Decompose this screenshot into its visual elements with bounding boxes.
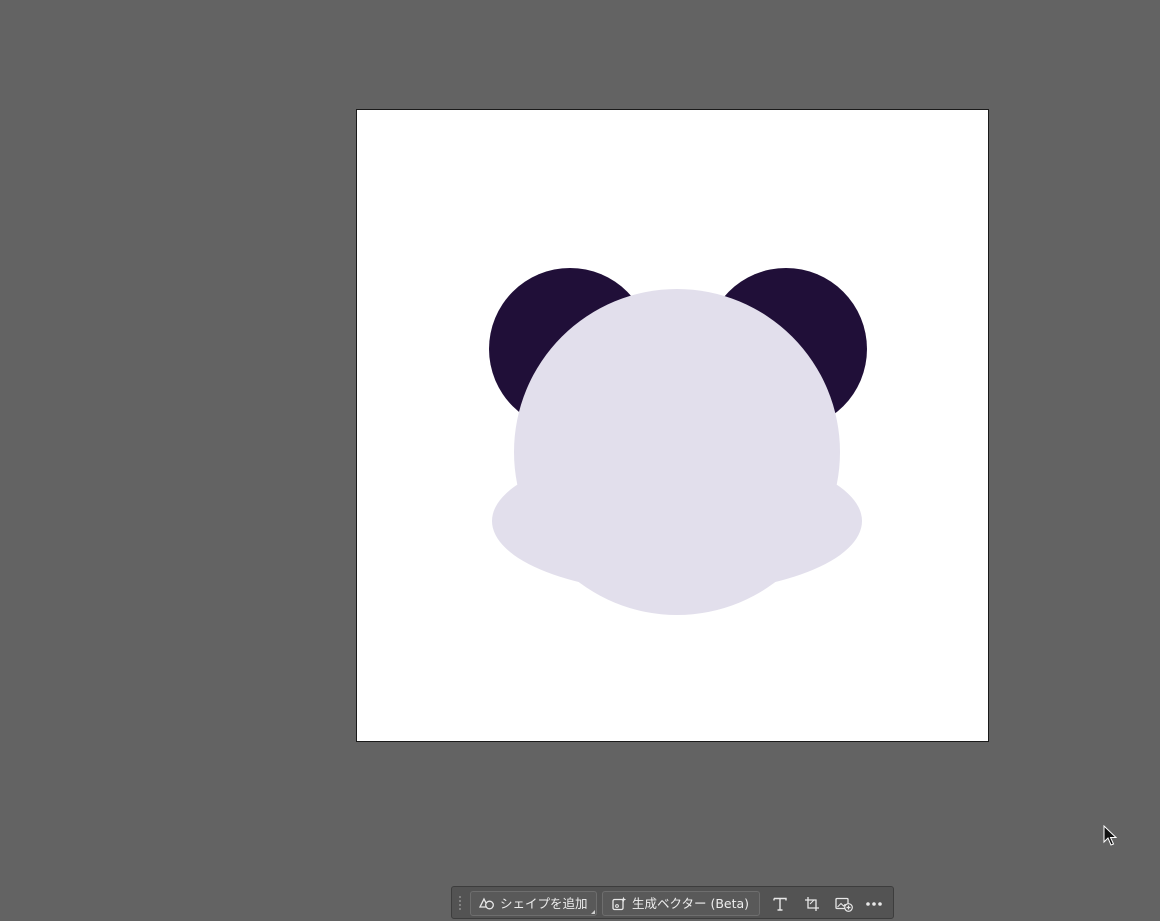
panda-illustration[interactable] bbox=[357, 110, 988, 741]
place-image-icon[interactable] bbox=[832, 892, 856, 916]
crop-icon[interactable] bbox=[800, 892, 824, 916]
face-shape[interactable] bbox=[514, 289, 840, 615]
contextual-task-bar[interactable]: シェイプを追加 生成ベクター (Beta) bbox=[451, 886, 894, 919]
submenu-indicator-icon bbox=[591, 910, 595, 914]
shape-icon bbox=[477, 894, 497, 914]
generative-vector-label: 生成ベクター (Beta) bbox=[632, 896, 750, 911]
canvas-workspace[interactable]: シェイプを追加 生成ベクター (Beta) bbox=[0, 0, 1160, 921]
add-shape-label: シェイプを追加 bbox=[500, 896, 588, 911]
mouse-cursor-icon bbox=[1103, 824, 1119, 851]
add-shape-button[interactable]: シェイプを追加 bbox=[470, 891, 597, 916]
generative-vector-icon bbox=[609, 894, 629, 914]
artboard[interactable] bbox=[356, 109, 989, 742]
text-icon[interactable] bbox=[768, 892, 792, 916]
generative-vector-button[interactable]: 生成ベクター (Beta) bbox=[602, 891, 760, 916]
toolbar-drag-handle[interactable] bbox=[458, 895, 462, 911]
more-options-icon[interactable] bbox=[862, 892, 886, 916]
